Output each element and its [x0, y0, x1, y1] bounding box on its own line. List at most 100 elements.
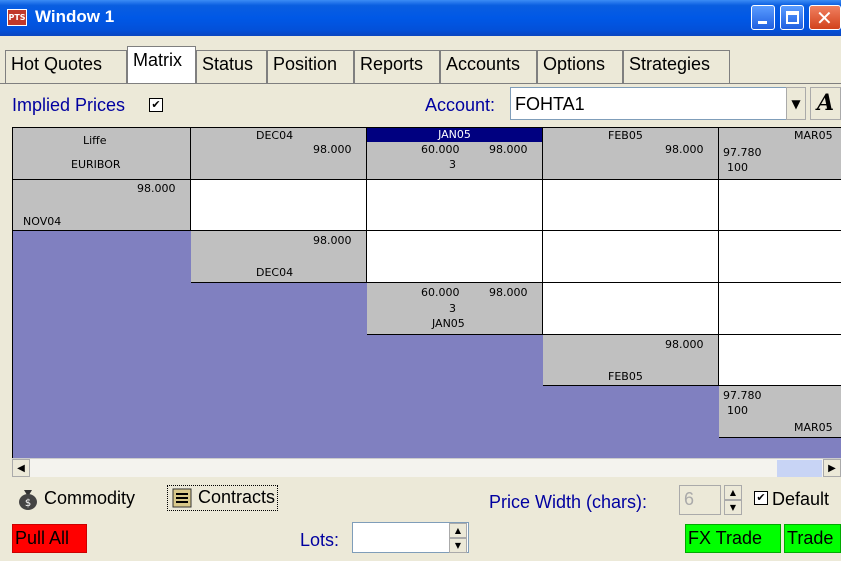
svg-text:$: $ — [25, 498, 31, 509]
minimize-button[interactable] — [751, 5, 775, 30]
row-header-feb05[interactable]: 98.000 FEB05 — [543, 335, 719, 386]
price-width-up-button[interactable]: ▲ — [724, 485, 742, 500]
default-checkbox[interactable]: ✔ — [754, 491, 768, 505]
account-label: Account: — [425, 95, 496, 115]
default-label: Default — [772, 489, 830, 509]
column-bid: 60.000 — [421, 143, 460, 156]
arrow-up-icon: ▲ — [729, 488, 737, 497]
horizontal-scrollbar[interactable]: ◀ ▶ — [12, 458, 841, 477]
font-button[interactable]: A — [810, 87, 841, 120]
column-header-dec04[interactable]: DEC04 98.000 — [191, 128, 367, 180]
tab-hot-quotes[interactable]: Hot Quotes — [5, 50, 127, 84]
row-header-jan05[interactable]: 60.000 98.000 3 JAN05 — [367, 283, 543, 335]
product-label: EURIBOR — [71, 158, 121, 171]
tab-reports[interactable]: Reports — [354, 50, 440, 84]
contracts-label: Contracts — [198, 487, 276, 507]
row-name: DEC04 — [256, 266, 294, 279]
row-ask: 98.000 — [489, 286, 528, 299]
implied-prices-checkbox[interactable]: ✔ — [149, 98, 163, 112]
commodity-button[interactable]: $ Commodity — [16, 487, 135, 511]
column-ask: 98.000 — [665, 143, 704, 156]
account-dropdown-button[interactable]: ▼ — [786, 87, 806, 120]
matrix-cell[interactable] — [719, 231, 841, 283]
tab-bar: Hot Quotes Matrix Status Position Report… — [0, 36, 841, 84]
tab-status[interactable]: Status — [196, 50, 267, 84]
application-window: PTS Window 1 ✕ Hot Quotes Matrix Status … — [0, 0, 841, 561]
row-header-dec04[interactable]: 98.000 DEC04 — [191, 231, 367, 283]
matrix-cell[interactable] — [719, 283, 841, 335]
chevron-down-icon: ▼ — [791, 97, 801, 111]
title-bar[interactable]: PTS Window 1 ✕ — [0, 0, 841, 36]
close-button[interactable]: ✕ — [809, 5, 841, 30]
column-name: FEB05 — [608, 129, 643, 142]
matrix-cell[interactable] — [543, 231, 719, 283]
arrow-down-icon: ▼ — [454, 541, 462, 550]
account-select[interactable]: FOHTA1 — [510, 87, 806, 120]
row-ask: 98.000 — [313, 234, 352, 247]
account-value: FOHTA1 — [515, 94, 585, 114]
price-width-down-button[interactable]: ▼ — [724, 500, 742, 515]
tab-accounts[interactable]: Accounts — [440, 50, 537, 84]
row-header-nov04[interactable]: 98.000 NOV04 — [13, 180, 191, 231]
tab-strategies[interactable]: Strategies — [623, 50, 730, 84]
lots-label: Lots: — [300, 530, 340, 550]
column-qty: 3 — [449, 158, 456, 171]
lots-down-button[interactable]: ▼ — [449, 538, 467, 553]
pull-all-button[interactable]: Pull All — [12, 524, 87, 553]
tab-position[interactable]: Position — [267, 50, 354, 84]
matrix-cell[interactable] — [367, 180, 543, 231]
arrow-down-icon: ▼ — [729, 503, 737, 512]
column-header-feb05[interactable]: FEB05 98.000 — [543, 128, 719, 180]
trade-button[interactable]: Trade — [784, 524, 841, 553]
money-bag-icon: $ — [19, 490, 37, 510]
contracts-button[interactable]: Contracts — [167, 485, 279, 512]
matrix-cell[interactable] — [719, 335, 841, 386]
row-ask: 98.000 — [137, 182, 176, 195]
row-name: NOV04 — [23, 215, 62, 228]
matrix-corner: Liffe EURIBOR — [13, 128, 191, 180]
commodity-label: Commodity — [44, 487, 136, 508]
matrix-cell[interactable] — [543, 180, 719, 231]
row-qty: 100 — [727, 404, 748, 417]
scroll-thumb[interactable] — [777, 460, 822, 477]
minimize-icon — [758, 21, 767, 24]
column-name: MAR05 — [794, 129, 833, 142]
column-bid: 97.780 — [723, 146, 762, 159]
arrow-up-icon: ▲ — [454, 526, 462, 535]
implied-prices-label: Implied Prices — [12, 95, 126, 115]
maximize-button[interactable] — [780, 5, 804, 30]
row-name: MAR05 — [794, 421, 833, 434]
tab-options[interactable]: Options — [537, 50, 623, 84]
row-ask: 98.000 — [665, 338, 704, 351]
tab-matrix[interactable]: Matrix — [127, 46, 196, 84]
matrix-cell[interactable] — [719, 180, 841, 231]
scroll-right-button[interactable]: ▶ — [823, 459, 841, 477]
maximize-icon — [786, 11, 799, 24]
selected-column-name: JAN05 — [367, 128, 542, 142]
lots-up-button[interactable]: ▲ — [449, 523, 467, 538]
column-ask: 98.000 — [489, 143, 528, 156]
row-header-mar05[interactable]: 97.780 100 MAR05 — [719, 386, 841, 438]
matrix-cell[interactable] — [367, 231, 543, 283]
spread-matrix[interactable]: Liffe EURIBOR DEC04 98.000 JAN05 60.000 … — [12, 127, 841, 458]
fx-trade-button[interactable]: FX Trade — [685, 524, 781, 553]
matrix-cell[interactable] — [543, 283, 719, 335]
price-width-input[interactable]: 6 — [679, 485, 721, 515]
row-bid: 97.780 — [723, 389, 762, 402]
column-ask: 98.000 — [313, 143, 352, 156]
column-header-jan05[interactable]: JAN05 60.000 98.000 3 — [367, 128, 543, 180]
window-title: Window 1 — [35, 7, 115, 26]
row-qty: 3 — [449, 302, 456, 315]
implied-prices-toggle[interactable]: Implied Prices ✔ — [12, 95, 163, 116]
column-header-mar05[interactable]: MAR05 97.780 100 — [719, 128, 841, 180]
row-name: JAN05 — [432, 317, 465, 330]
app-icon: PTS — [7, 9, 27, 26]
scroll-left-button[interactable]: ◀ — [12, 459, 30, 477]
row-name: FEB05 — [608, 370, 643, 383]
matrix-cell[interactable] — [191, 180, 367, 231]
row-bid: 60.000 — [421, 286, 460, 299]
arrow-right-icon: ▶ — [828, 463, 836, 474]
close-icon: ✕ — [816, 6, 833, 30]
contracts-icon — [172, 488, 192, 508]
exchange-label: Liffe — [83, 134, 107, 147]
